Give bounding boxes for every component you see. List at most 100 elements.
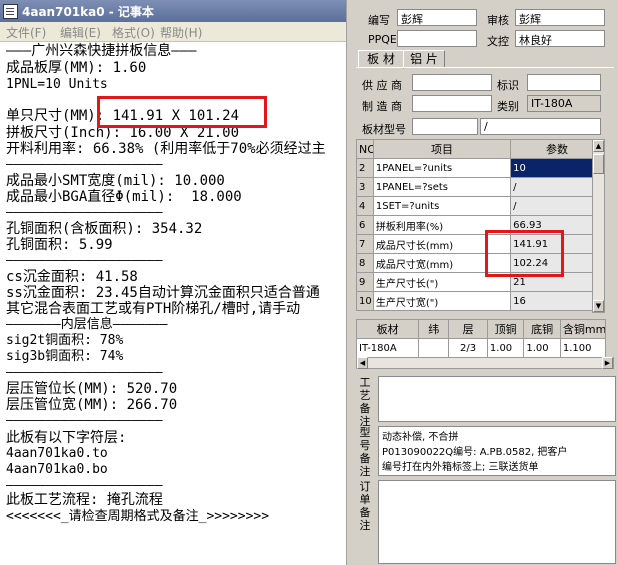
window-title: 4aan701ka0 - 记事本 xyxy=(22,5,154,19)
editor-field[interactable]: 彭辉 xyxy=(397,9,477,26)
notepad-window: 4aan701ka0 - 记事本 文件(F) 编辑(E) 格式(O) 帮助(H)… xyxy=(0,0,346,565)
mark-field[interactable] xyxy=(527,74,601,91)
text-line: 孔铜面积: 5.99 xyxy=(6,237,113,253)
tab-underline xyxy=(356,67,614,68)
table-row[interactable]: 7 成品尺寸长(mm) 141.91 xyxy=(356,234,604,254)
row-number: 7 xyxy=(356,234,374,254)
cell[interactable]: 1.00 xyxy=(486,338,525,358)
doc-control-field[interactable]: 林良好 xyxy=(515,30,605,47)
notepad-titlebar: 4aan701ka0 - 记事本 xyxy=(0,0,346,22)
type-label: 类别 xyxy=(497,100,519,113)
col-header: 层 xyxy=(448,319,488,339)
text-line: cs沉金面积: 41.58 xyxy=(6,269,138,285)
separator-line: ———————————————————— xyxy=(6,205,163,220)
scroll-thumb[interactable] xyxy=(593,154,604,174)
row-number: 10 xyxy=(356,291,374,311)
menu-help[interactable]: 帮助(H) xyxy=(160,24,202,41)
model-field[interactable]: / xyxy=(480,118,601,135)
text-line: ss沉金面积: 23.45自动计算沉金面积只适合普通 xyxy=(6,285,320,301)
col-header: 含铜mm xyxy=(559,319,607,339)
parameters-table: NO 项目 参数 2 1PANEL=?units 10 3 1PANEL=?se… xyxy=(356,139,604,311)
table-row[interactable]: 3 1PANEL=?sets / xyxy=(356,177,604,197)
text-line: 1PNL=10 Units xyxy=(6,77,108,92)
text-line: 成品最小SMT宽度(mil): 10.000 xyxy=(6,173,225,189)
text-line: 层压管位宽(MM): 266.70 xyxy=(6,397,178,413)
scroll-right-icon[interactable]: ▶ xyxy=(602,357,613,369)
row-item: 1PANEL=?units xyxy=(372,158,512,178)
model-note-label: 型号备注 xyxy=(356,426,374,478)
menu-edit[interactable]: 编辑(E) xyxy=(60,24,101,41)
process-note-field[interactable] xyxy=(378,376,616,422)
text-line: sig2t铜面积: 78% xyxy=(6,333,124,348)
table-row[interactable]: 10 生产尺寸宽(") 16 xyxy=(356,291,604,311)
row-value[interactable]: / xyxy=(510,196,604,216)
cell[interactable]: 1.100 xyxy=(559,338,607,358)
type-field[interactable]: IT-180A xyxy=(527,95,601,112)
separator-line: ———————————————————— xyxy=(6,253,163,268)
table-row[interactable]: 8 成品尺寸宽(mm) 102.24 xyxy=(356,253,604,273)
process-note-label: 工艺备注 xyxy=(356,376,374,428)
row-number: 9 xyxy=(356,272,374,292)
table-scrollbar[interactable]: ▲ ▼ xyxy=(592,139,605,313)
separator-line: ———————————————————— xyxy=(6,413,163,428)
col-header: NO xyxy=(356,139,374,159)
text-line: 成品板厚(MM): 1.60 xyxy=(6,60,147,76)
table-row[interactable]: 2 1PANEL=?units 10 xyxy=(356,158,604,178)
row-item: 1SET=?units xyxy=(372,196,512,216)
model-note-line: P013090022Q编号: A.PB.0582, 把客户 xyxy=(382,447,568,458)
reviewer-field[interactable]: 彭辉 xyxy=(515,9,605,26)
row-number: 8 xyxy=(356,253,374,273)
scroll-up-icon[interactable]: ▲ xyxy=(593,140,604,152)
order-note-label: 订单备注 xyxy=(356,480,374,532)
text-line: 成品最小BGA直径Φ(mil): 18.000 xyxy=(6,189,242,205)
row-value[interactable]: / xyxy=(510,177,604,197)
text-line: 此板有以下字符层: xyxy=(6,430,127,446)
text-line: 其它混合表面工艺或有PTH阶梯孔/槽时,请手动 xyxy=(6,301,301,317)
col-header: 底铜 xyxy=(523,319,561,339)
model-note-field[interactable]: 动态补偿, 不合拼 P013090022Q编号: A.PB.0582, 把客户 … xyxy=(378,426,616,476)
form-panel: 编写 彭辉 审核 彭辉 PPQE 文控 林良好 板 材 铝 片 供 应 商 标识… xyxy=(354,0,618,565)
row-item: 1PANEL=?sets xyxy=(372,177,512,197)
reviewer-label: 审核 xyxy=(487,14,509,27)
model-label: 板材型号 xyxy=(362,123,406,136)
tab-aluminum-sheet[interactable]: 铝 片 xyxy=(403,50,445,68)
text-line: ———广州兴森快捷拼板信息——— xyxy=(6,43,197,59)
cell[interactable] xyxy=(418,338,450,358)
cell[interactable]: IT-180A xyxy=(355,338,420,358)
order-note-field[interactable] xyxy=(378,480,616,564)
row-number: 3 xyxy=(356,177,374,197)
table-row[interactable]: 9 生产尺寸长(") 21 xyxy=(356,272,604,292)
text-line: 开料利用率: 66.38% (利用率低于70%必须经过主 xyxy=(6,141,326,157)
maker-field[interactable] xyxy=(412,95,492,112)
menu-format[interactable]: 格式(O) xyxy=(112,24,155,41)
row-item: 生产尺寸宽(") xyxy=(372,291,512,311)
col-header: 板材 xyxy=(355,319,420,339)
maker-label: 制 造 商 xyxy=(362,100,402,113)
ppqe-label: PPQE xyxy=(368,33,397,46)
highlight-box xyxy=(485,230,564,277)
row-number: 2 xyxy=(356,158,374,178)
supplier-field[interactable] xyxy=(412,74,492,91)
material-hscrollbar[interactable]: ◀ ▶ xyxy=(356,357,614,369)
row-number: 4 xyxy=(356,196,374,216)
col-header: 参数 xyxy=(510,139,604,159)
model-note-line: 动态补偿, 不合拼 xyxy=(382,432,459,443)
scroll-down-icon[interactable]: ▼ xyxy=(593,300,604,312)
material-table: 板材 纬 层 顶铜 底铜 含铜mm IT-180A 2/3 1.00 1.00 … xyxy=(355,319,607,358)
col-header: 纬 xyxy=(418,319,450,339)
ppqe-field[interactable] xyxy=(397,30,477,47)
model-field-prefix[interactable] xyxy=(412,118,478,135)
cell[interactable]: 2/3 xyxy=(448,338,488,358)
table-row[interactable]: IT-180A 2/3 1.00 1.00 1.100 xyxy=(355,338,607,358)
menu-bar: 文件(F) 编辑(E) 格式(O) 帮助(H) xyxy=(0,22,346,42)
table-row[interactable]: 4 1SET=?units / xyxy=(356,196,604,216)
table-header: 板材 纬 层 顶铜 底铜 含铜mm xyxy=(355,319,607,339)
row-value[interactable]: 10 xyxy=(510,158,604,178)
table-row[interactable]: 6 拼板利用率(%) 66.93 xyxy=(356,215,604,235)
text-line: 此板工艺流程: 掩孔流程 xyxy=(6,492,163,508)
scroll-left-icon[interactable]: ◀ xyxy=(357,357,368,369)
row-value[interactable]: 16 xyxy=(510,291,604,311)
menu-file[interactable]: 文件(F) xyxy=(6,24,46,41)
separator-line: ———————————————————— xyxy=(6,157,163,172)
cell[interactable]: 1.00 xyxy=(523,338,561,358)
